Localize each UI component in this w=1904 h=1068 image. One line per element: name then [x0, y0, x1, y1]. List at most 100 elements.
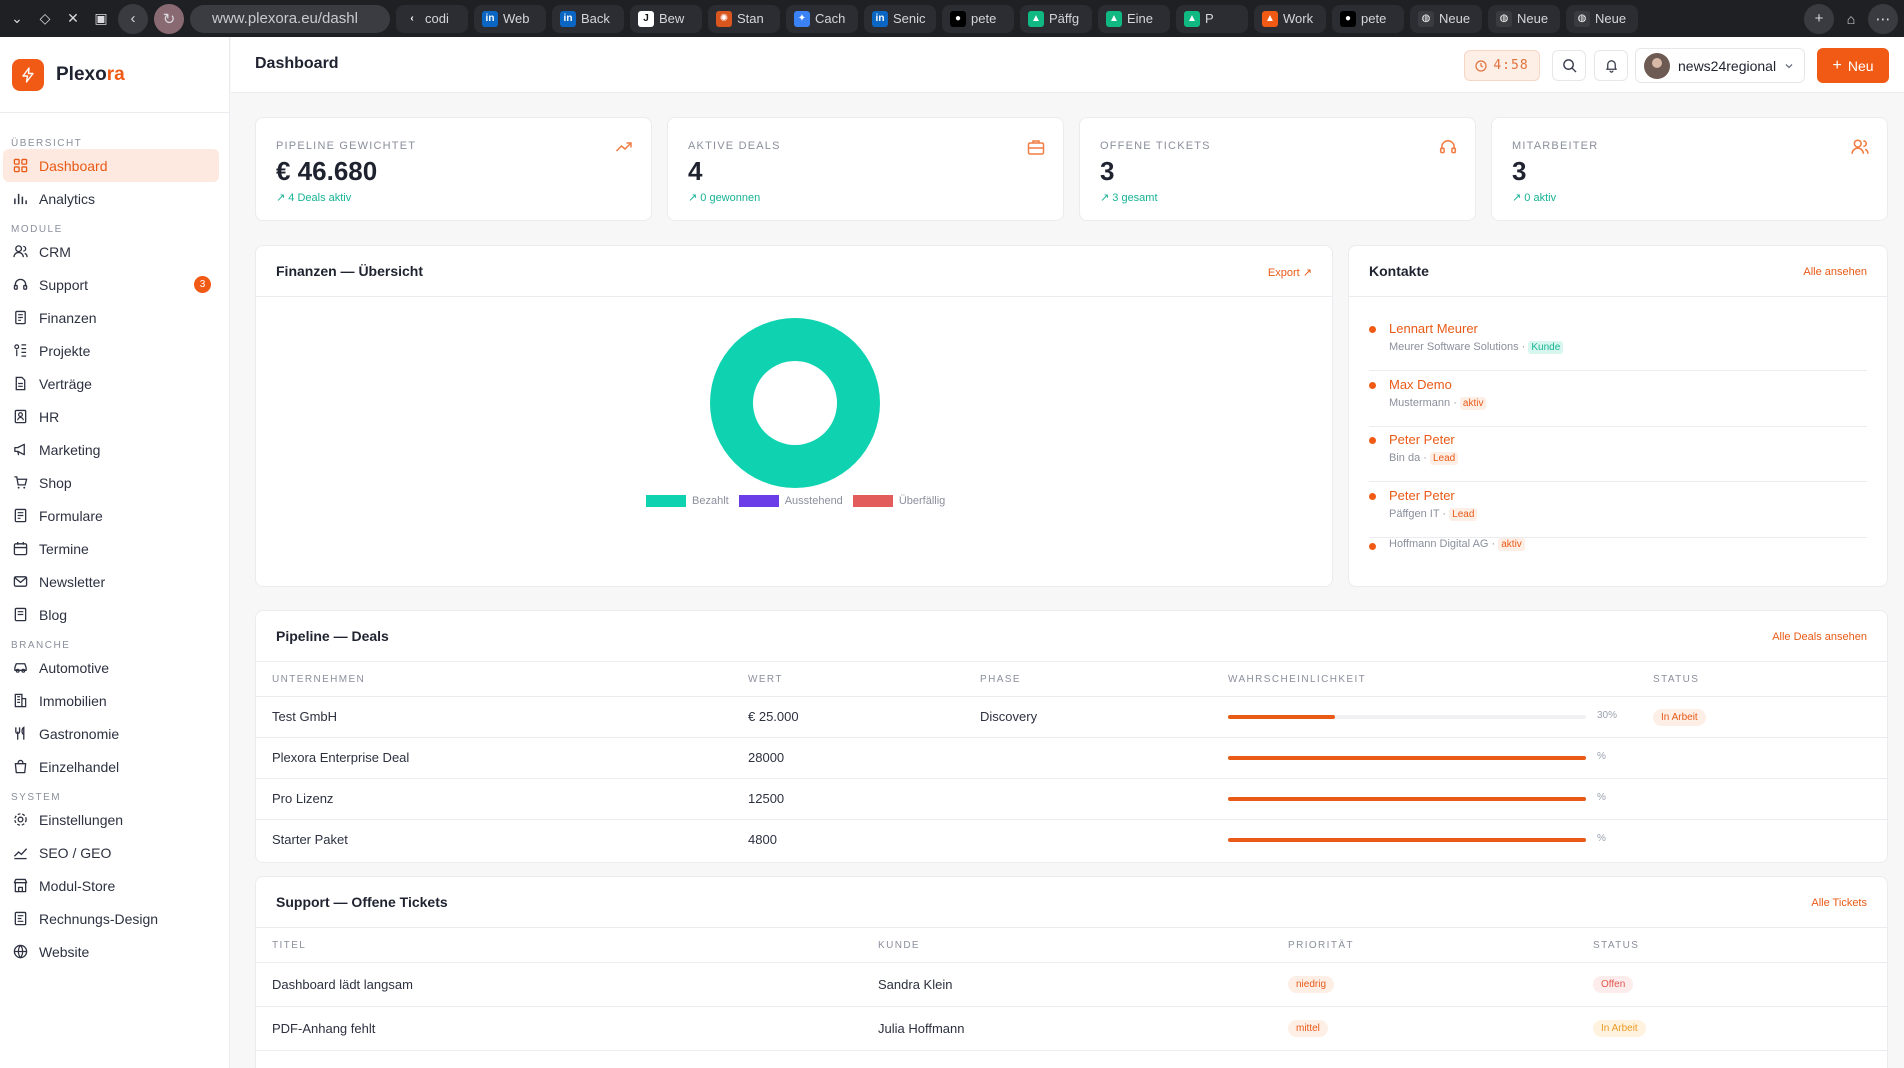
tickets-all-link[interactable]: Alle Tickets [1811, 897, 1867, 909]
diamond-icon[interactable]: ◇ [34, 8, 56, 30]
column-header[interactable]: PHASE [964, 663, 1212, 697]
sidebar-item-dashboard[interactable]: Dashboard [3, 149, 219, 182]
browser-tab[interactable]: in Web [474, 4, 546, 33]
contact-name[interactable]: Peter Peter [1389, 488, 1455, 503]
probability-fill [1228, 714, 1336, 719]
sidebar-item-analytics[interactable]: Analytics [3, 182, 219, 215]
browser-tab[interactable]: ▲ Work [1254, 4, 1326, 33]
browser-tab[interactable]: in Senic [864, 4, 936, 33]
table-row[interactable]: Plexora Enterprise Deal 28000% [256, 737, 1887, 779]
sidebar-item-label: Dashboard [39, 157, 108, 174]
notifications-button[interactable] [1594, 50, 1628, 81]
kanban-icon [12, 342, 29, 359]
browser-tab[interactable]: ● pete [1332, 4, 1404, 33]
column-header[interactable]: KUNDE [862, 929, 1272, 963]
kpi-card[interactable]: MITARBEITER 3 ↗ 0 aktiv [1491, 117, 1888, 221]
sidebar-item-projekte[interactable]: Projekte [3, 334, 219, 367]
sidebar-toggle-icon[interactable]: ▣ [90, 8, 112, 30]
kpi-card[interactable]: PIPELINE GEWICHTET € 46.680 ↗ 4 Deals akti… [255, 117, 652, 221]
browser-tab[interactable]: J Bew [630, 4, 702, 33]
browser-tab[interactable]: ▲ Eine [1098, 4, 1170, 33]
table-row[interactable]: Dashboard lädt langsam Sandra Klein niedri… [256, 962, 1887, 1007]
contact-item[interactable]: Max Demo Mustermann · aktiv [1369, 372, 1867, 427]
sidebar-item-termine[interactable]: Termine [3, 532, 219, 565]
column-header[interactable]: PRIORITÄT [1272, 929, 1577, 963]
browser-tab[interactable]: ▲ P [1176, 4, 1248, 33]
sidebar-item-einzelhandel[interactable]: Einzelhandel [3, 750, 219, 783]
column-header[interactable]: STATUS [1577, 929, 1887, 963]
column-header[interactable]: WERT [732, 663, 964, 697]
kpi-card[interactable]: OFFENE TICKETS 3 ↗ 3 gesamt [1079, 117, 1476, 221]
contact-name[interactable]: Lennart Meurer [1389, 321, 1478, 336]
chevron-down-icon[interactable]: ⌄ [6, 8, 28, 30]
user-menu[interactable]: news24regional [1635, 48, 1805, 83]
browser-tab[interactable]: ◍ Neue [1488, 4, 1560, 33]
sidebar-item-crm[interactable]: CRM [3, 235, 219, 268]
column-header[interactable]: STATUS [1637, 663, 1887, 697]
contact-item[interactable]: Lennart Meurer Meurer Software Solutions … [1369, 316, 1867, 371]
browser-tab[interactable]: ● pete [942, 4, 1014, 33]
reload-icon[interactable]: ↻ [154, 3, 184, 34]
extensions-icon[interactable]: ⌂ [1840, 8, 1862, 30]
close-icon[interactable]: ✕ [62, 8, 84, 30]
browser-tab[interactable]: ‹ codi [396, 4, 468, 33]
back-icon[interactable]: ‹ [118, 3, 148, 34]
sidebar-item-website[interactable]: Website [3, 935, 219, 968]
browser-tab[interactable]: ✺ Stan [708, 4, 780, 33]
legend-item[interactable]: Bezahlt [646, 495, 729, 507]
probability-fill [1228, 796, 1586, 801]
menu-icon[interactable]: ⋯ [1868, 3, 1898, 34]
donut-slice-bezahlt[interactable] [710, 318, 880, 488]
sidebar-item-label: Automotive [39, 659, 110, 676]
browser-tab[interactable]: ▲ Päffg [1020, 4, 1092, 33]
sidebar-item-formulare[interactable]: Formulare [3, 499, 219, 532]
sidebar-item-finanzen[interactable]: Finanzen [3, 301, 219, 334]
tab-label: codi [425, 11, 449, 26]
address-bar[interactable]: www.plexora.eu/dashl [190, 4, 390, 33]
legend-item[interactable]: Überfällig [852, 495, 945, 507]
column-header[interactable]: TITEL [256, 929, 862, 963]
table-row[interactable]: Test GmbH € 25.000 Discovery 30% In Arbeit [256, 696, 1887, 738]
sidebar-item-seo-geo[interactable]: SEO / GEO [3, 836, 219, 869]
contacts-all-link[interactable]: Alle ansehen [1803, 266, 1867, 278]
sidebar-item-rechnungs-design[interactable]: Rechnungs-Design [3, 902, 219, 935]
contact-name[interactable]: Peter Peter [1389, 432, 1455, 447]
kpi-label: OFFENE TICKETS [1100, 140, 1211, 152]
contact-item[interactable]: Peter Peter Päffgen IT · Lead [1369, 483, 1867, 538]
kpi-card[interactable]: AKTIVE DEALS 4 ↗ 0 gewonnen [667, 117, 1064, 221]
sidebar-item-einstellungen[interactable]: Einstellungen [3, 803, 219, 836]
pipeline-all-link[interactable]: Alle Deals ansehen [1772, 631, 1867, 643]
column-header[interactable]: UNTERNEHMEN [256, 663, 732, 697]
legend-item[interactable]: Ausstehend [738, 495, 843, 507]
table-row[interactable]: Pro Lizenz 12500% [256, 778, 1887, 820]
sidebar-item-newsletter[interactable]: Newsletter [3, 565, 219, 598]
sidebar-item-verträge[interactable]: Verträge [3, 367, 219, 400]
column-header[interactable]: WAHRSCHEINLICHKEIT [1212, 663, 1637, 697]
sidebar-item-immobilien[interactable]: Immobilien [3, 684, 219, 717]
sidebar-item-modul-store[interactable]: Modul-Store [3, 869, 219, 902]
new-button[interactable]: + Neu [1817, 48, 1889, 83]
kpi-value: 3 [1100, 156, 1115, 186]
table-row[interactable]: Starter Paket 4800% [256, 819, 1887, 860]
brand[interactable]: Plexora [0, 37, 229, 113]
sidebar-item-automotive[interactable]: Automotive [3, 651, 219, 684]
sidebar-item-hr[interactable]: HR [3, 400, 219, 433]
browser-tab[interactable]: ◍ Neue [1566, 4, 1638, 33]
table-row[interactable]: PDF-Anhang fehlt Julia Hoffmann mittel In A… [256, 1006, 1887, 1051]
sidebar-item-gastronomie[interactable]: Gastronomie [3, 717, 219, 750]
sidebar-item-blog[interactable]: Blog [3, 598, 219, 631]
browser-tab[interactable]: ◍ Neue [1410, 4, 1482, 33]
contact-name[interactable]: Max Demo [1389, 377, 1452, 392]
browser-tab[interactable]: in Back [552, 4, 624, 33]
session-timer[interactable]: 4:58 [1464, 50, 1540, 81]
sidebar-item-marketing[interactable]: Marketing [3, 433, 219, 466]
deal-value: 28000 [732, 737, 964, 779]
new-tab-icon[interactable]: + [1804, 3, 1834, 34]
contact-item[interactable]: Peter Peter Bin da · Lead [1369, 427, 1867, 482]
browser-tab[interactable]: ✦ Cach [786, 4, 858, 33]
contact-item[interactable]: Hoffmann Digital AG · aktiv [1369, 538, 1867, 593]
status-dot [1369, 492, 1376, 500]
search-button[interactable] [1552, 50, 1586, 81]
sidebar-item-shop[interactable]: Shop [3, 466, 219, 499]
sidebar-item-support[interactable]: Support 3 [3, 268, 219, 301]
